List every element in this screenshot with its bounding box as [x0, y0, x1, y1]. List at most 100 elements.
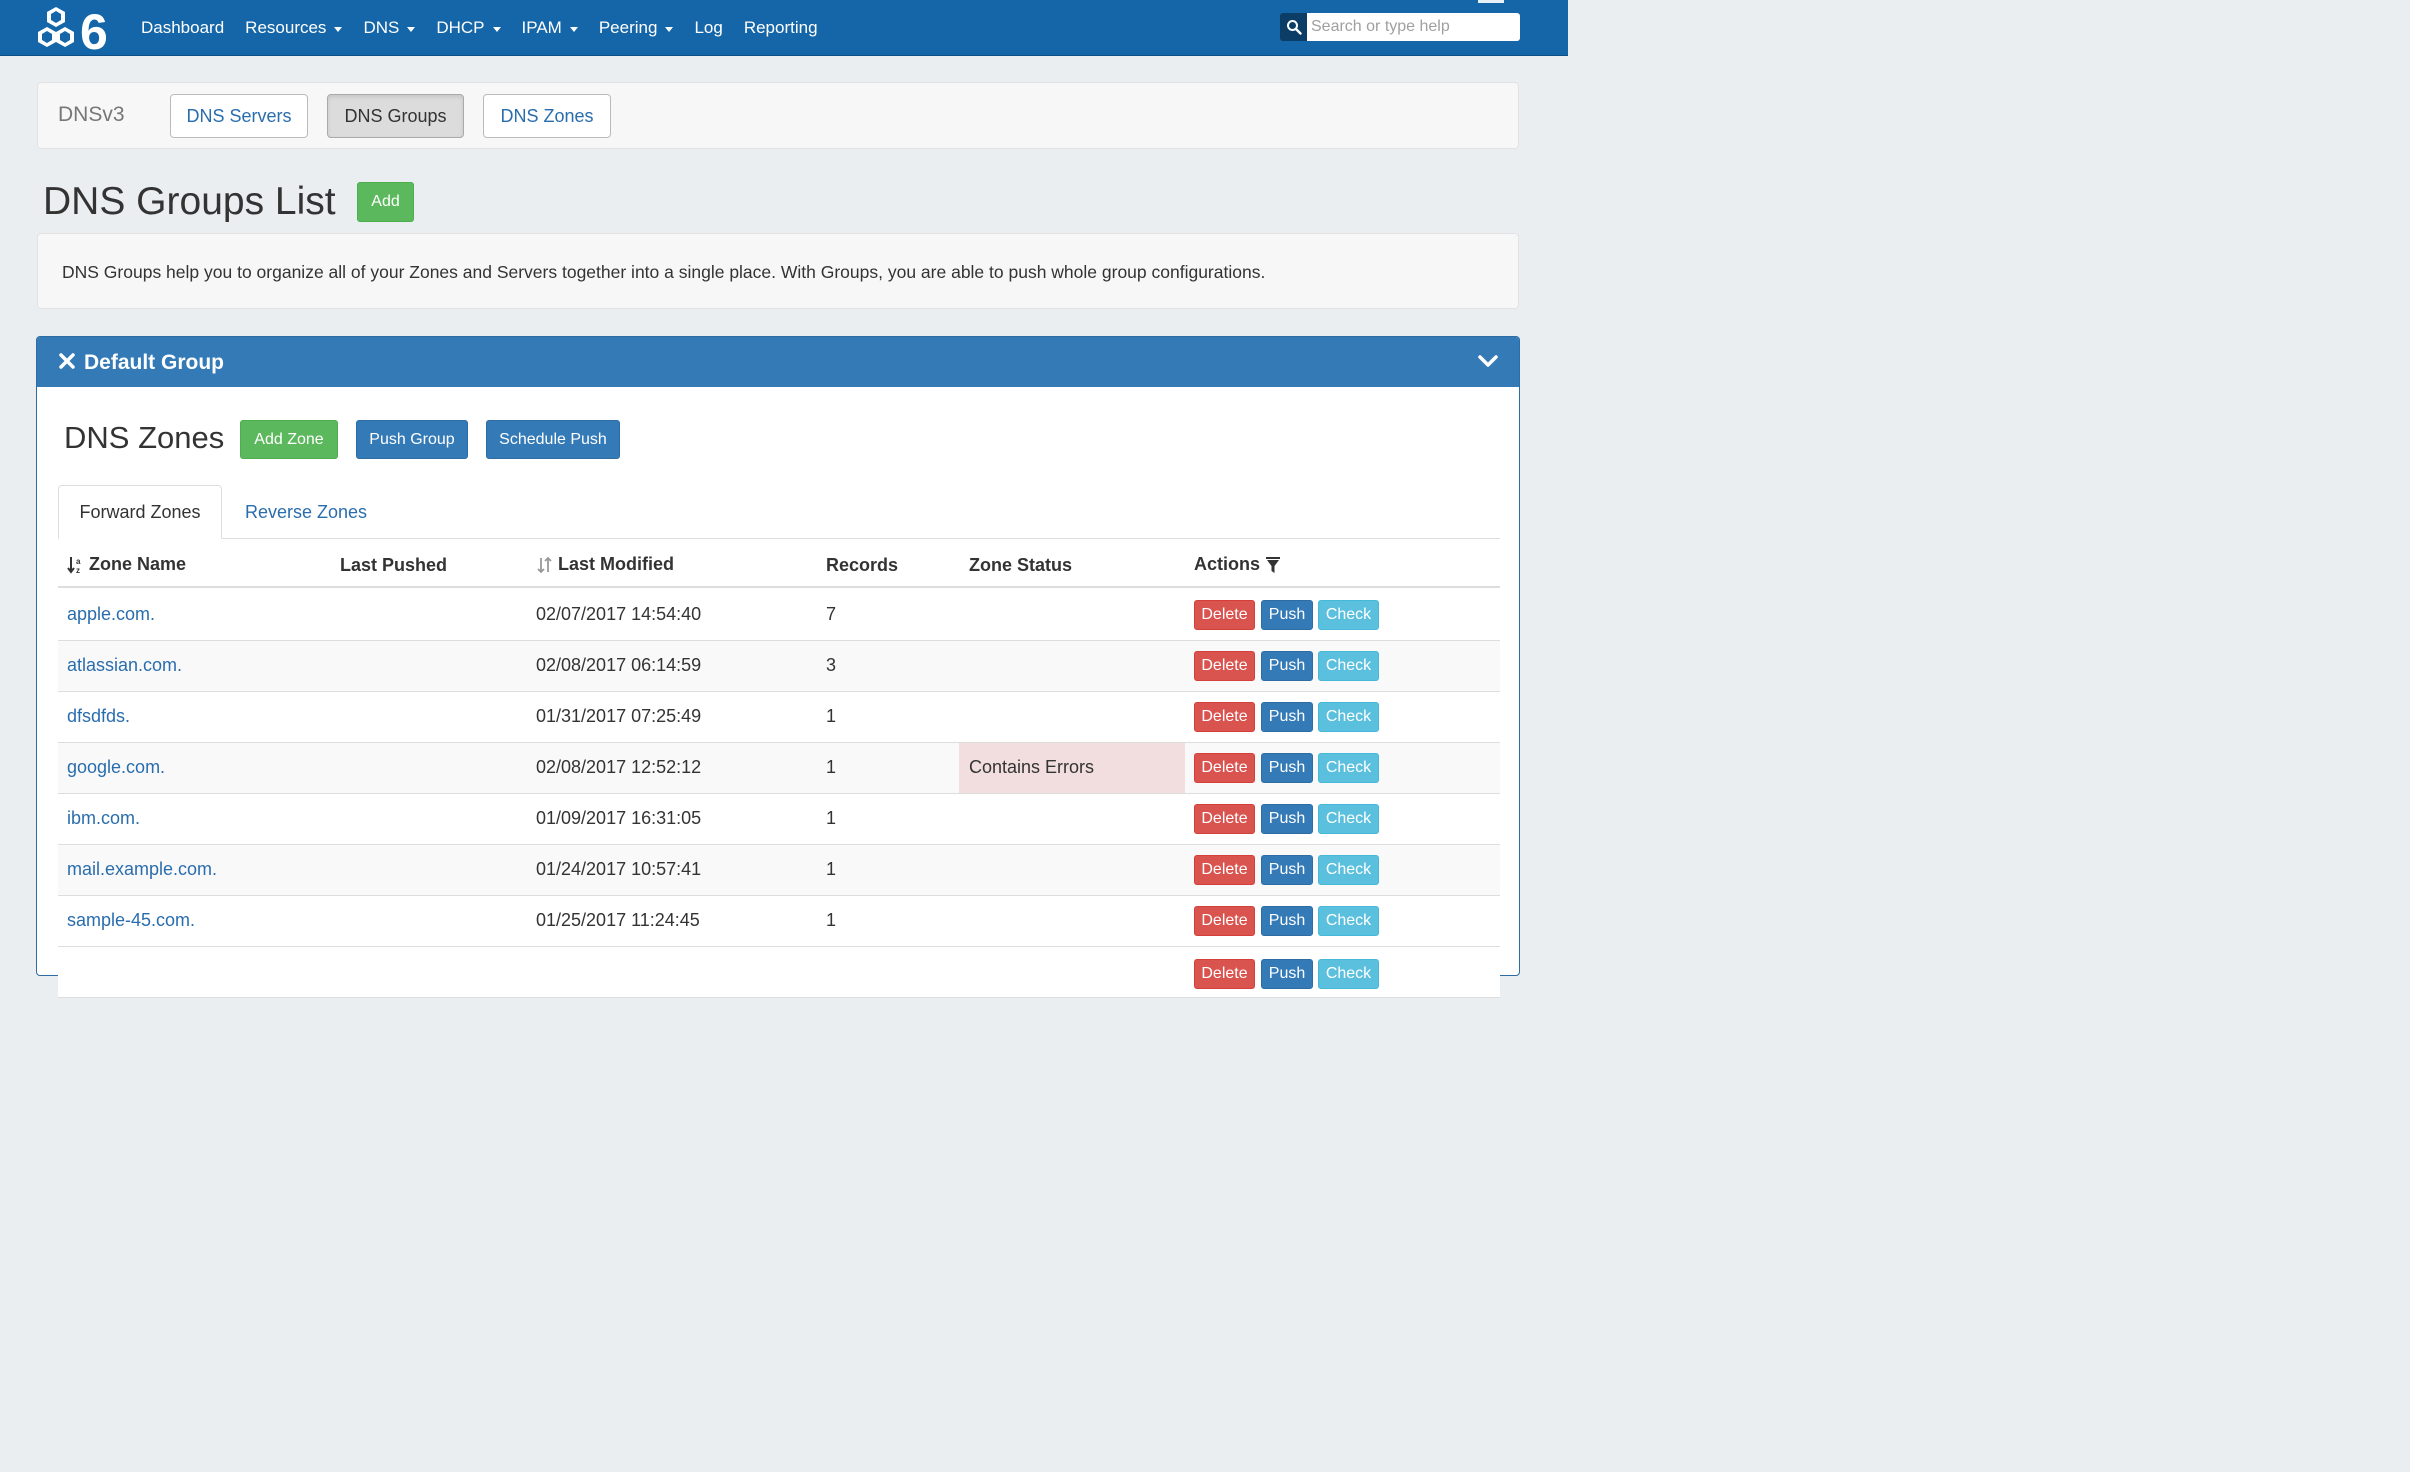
sort-icon — [537, 556, 552, 573]
push-group-button[interactable]: Push Group — [356, 420, 468, 459]
top-navbar: 6 Dashboard Resources DNS DHCP IPAM Peering Lo… — [0, 0, 1568, 56]
push-zone-button[interactable]: Push — [1261, 855, 1313, 885]
column-records[interactable]: Records — [826, 555, 898, 576]
table-row: google.com. 02/08/2017 12:52:12 1 Contains … — [58, 743, 1500, 794]
main-nav: Dashboard Resources DNS DHCP IPAM Peering Log R… — [141, 0, 839, 56]
zone-name-link[interactable]: sample-45.com. — [67, 910, 195, 931]
nav-label: IPAM — [521, 18, 562, 37]
nav-dhcp[interactable]: DHCP — [436, 18, 501, 38]
delete-zone-button[interactable]: Delete — [1194, 600, 1255, 630]
tab-forward-zones[interactable]: Forward Zones — [58, 485, 222, 539]
last-modified-cell: 02/07/2017 14:54:40 — [536, 604, 702, 624]
column-actions[interactable]: Actions — [1194, 554, 1281, 575]
zone-name-link[interactable]: dfsdfds. — [67, 706, 130, 727]
nav-reporting[interactable]: Reporting — [744, 18, 818, 38]
records-cell: 1 — [826, 910, 837, 930]
delete-zone-button[interactable]: Delete — [1194, 753, 1255, 783]
check-zone-button[interactable]: Check — [1318, 600, 1379, 630]
column-label: Last Pushed — [340, 555, 448, 575]
zone-name-link[interactable]: apple.com. — [67, 604, 155, 625]
push-zone-button[interactable]: Push — [1261, 702, 1313, 732]
nav-label: DHCP — [436, 18, 485, 37]
check-zone-button[interactable]: Check — [1318, 753, 1379, 783]
table-row: ibm.com. 01/09/2017 16:31:05 1 Delete Push Ch… — [58, 794, 1500, 845]
check-zone-button[interactable]: Check — [1318, 855, 1379, 885]
nav-ipam[interactable]: IPAM — [522, 18, 578, 38]
dns-groups-button[interactable]: DNS Groups — [327, 94, 464, 138]
zone-name-link[interactable]: google.com. — [67, 757, 165, 778]
table-row: sample-45.com. 01/25/2017 11:24:45 1 Delete… — [58, 896, 1500, 947]
delete-zone-button[interactable]: Delete — [1194, 804, 1255, 834]
delete-zone-button[interactable]: Delete — [1194, 651, 1255, 681]
column-zone-status[interactable]: Zone Status — [969, 555, 1072, 576]
records-cell: 1 — [826, 706, 837, 726]
page-title: DNS Groups List — [43, 180, 336, 223]
table-row: mail.example.com. 01/24/2017 10:57:41 1 Del… — [58, 845, 1500, 896]
chevron-down-icon[interactable] — [1477, 350, 1499, 372]
last-modified-cell: 01/09/2017 16:31:05 — [536, 808, 702, 828]
window-handle — [1478, 0, 1504, 3]
push-zone-button[interactable]: Push — [1261, 651, 1313, 681]
column-label: Actions — [1194, 554, 1261, 574]
last-modified-cell: 02/08/2017 12:52:12 — [536, 757, 702, 777]
nav-peering[interactable]: Peering — [599, 18, 674, 38]
nav-resources[interactable]: Resources — [245, 18, 343, 38]
push-zone-button[interactable]: Push — [1261, 959, 1313, 989]
zone-name-link[interactable]: atlassian.com. — [67, 655, 182, 676]
close-icon[interactable] — [58, 351, 76, 371]
add-group-button[interactable]: Add — [357, 182, 414, 222]
dns-zones-button[interactable]: DNS Zones — [483, 94, 611, 138]
check-zone-button[interactable]: Check — [1318, 959, 1379, 989]
filter-icon[interactable] — [1266, 556, 1281, 574]
search-icon[interactable] — [1280, 13, 1307, 41]
info-well: DNS Groups help you to organize all of y… — [37, 233, 1519, 309]
push-zone-button[interactable]: Push — [1261, 600, 1313, 630]
column-label: Zone Name — [89, 554, 187, 574]
column-label: Records — [826, 555, 899, 575]
svg-text:a: a — [76, 557, 81, 566]
column-last-pushed[interactable]: Last Pushed — [340, 555, 447, 576]
delete-zone-button[interactable]: Delete — [1194, 855, 1255, 885]
column-label: Zone Status — [969, 555, 1073, 575]
delete-zone-button[interactable]: Delete — [1194, 702, 1255, 732]
schedule-push-button[interactable]: Schedule Push — [486, 420, 620, 459]
check-zone-button[interactable]: Check — [1318, 804, 1379, 834]
table-row: Delete Push Check — [58, 947, 1500, 998]
tab-reverse-zones[interactable]: Reverse Zones — [222, 485, 390, 539]
check-zone-button[interactable]: Check — [1318, 651, 1379, 681]
app-logo[interactable]: 6 — [34, 5, 120, 51]
subnav-title: DNSv3 — [58, 103, 125, 126]
delete-zone-button[interactable]: Delete — [1194, 906, 1255, 936]
records-cell: 3 — [826, 655, 837, 675]
last-modified-cell: 02/08/2017 06:14:59 — [536, 655, 702, 675]
table-header: a z Zone Name Last Pushed Last Modified … — [58, 539, 1500, 588]
check-zone-button[interactable]: Check — [1318, 702, 1379, 732]
check-zone-button[interactable]: Check — [1318, 906, 1379, 936]
table-row: dfsdfds. 01/31/2017 07:25:49 1 Delete Push Ch… — [58, 692, 1500, 743]
records-cell: 7 — [826, 604, 837, 624]
delete-zone-button[interactable]: Delete — [1194, 959, 1255, 989]
push-zone-button[interactable]: Push — [1261, 804, 1313, 834]
column-last-modified[interactable]: Last Modified — [536, 554, 674, 575]
nav-dashboard[interactable]: Dashboard — [141, 18, 224, 38]
records-cell: 1 — [826, 859, 837, 879]
panel-heading[interactable]: Default Group — [37, 337, 1519, 387]
caret-down-icon — [665, 26, 674, 32]
push-zone-button[interactable]: Push — [1261, 906, 1313, 936]
zone-name-link[interactable]: mail.example.com. — [67, 859, 217, 880]
zones-title: DNS Zones — [64, 420, 225, 455]
zone-name-link[interactable]: ibm.com. — [67, 808, 140, 829]
push-zone-button[interactable]: Push — [1261, 753, 1313, 783]
column-zone-name[interactable]: a z Zone Name — [67, 554, 186, 575]
nav-log[interactable]: Log — [694, 18, 722, 38]
add-zone-button[interactable]: Add Zone — [240, 420, 338, 459]
nav-label: Peering — [598, 18, 658, 37]
logo-text: 6 — [80, 5, 108, 51]
sort-alpha-icon: a z — [67, 556, 81, 574]
nav-label: DNS — [363, 18, 400, 37]
dns-servers-button[interactable]: DNS Servers — [170, 94, 308, 138]
nav-dns[interactable]: DNS — [363, 18, 416, 38]
search-input[interactable] — [1307, 13, 1520, 41]
column-label: Last Modified — [558, 554, 674, 574]
caret-down-icon — [334, 26, 343, 32]
